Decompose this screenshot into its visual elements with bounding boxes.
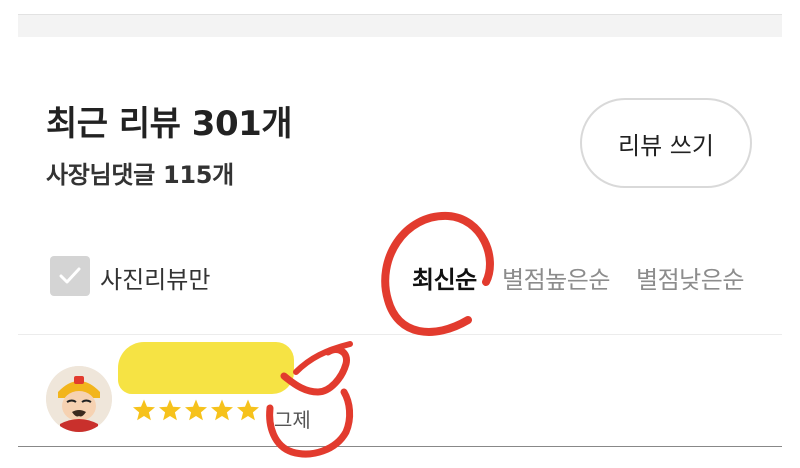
avatar-icon [46, 366, 112, 432]
star-icon [237, 399, 259, 421]
top-separator-strip [18, 14, 782, 37]
star-icon [211, 399, 233, 421]
star-icon [185, 399, 207, 421]
bottom-divider [18, 446, 782, 447]
red-annotation-marks [266, 211, 494, 458]
review-count-title: 최근 리뷰 301개 [46, 104, 293, 144]
star-rating [132, 398, 264, 426]
write-review-button[interactable]: 리뷰 쓰기 [580, 98, 752, 188]
owner-reply-count: 사장님댓글 115개 [46, 161, 234, 189]
sort-latest[interactable]: 최신순 [412, 260, 477, 295]
check-icon [59, 267, 81, 284]
section-divider [18, 334, 782, 335]
filter-row: 사진리뷰만 최신순 별점높은순 별점낮은순 [0, 252, 800, 302]
nickname-redaction [118, 342, 294, 394]
star-icon [159, 399, 181, 421]
annotation-stroke [293, 341, 353, 375]
write-review-label: 리뷰 쓰기 [618, 131, 714, 160]
photo-only-checkbox[interactable] [50, 256, 90, 296]
sort-rating-low[interactable]: 별점낮은순 [636, 260, 744, 295]
review-date-tag: 그제 [274, 408, 311, 432]
photo-only-label[interactable]: 사진리뷰만 [100, 260, 210, 295]
star-icon [133, 399, 155, 421]
sort-rating-high[interactable]: 별점높은순 [502, 260, 610, 295]
